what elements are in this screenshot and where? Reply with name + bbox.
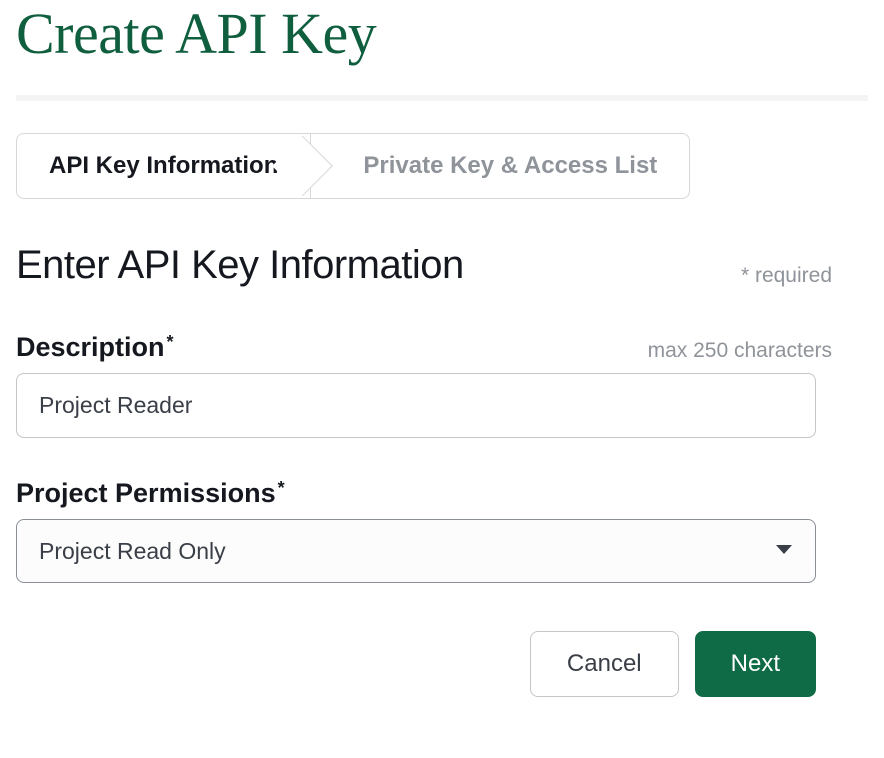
description-field: Description* max 250 characters bbox=[16, 332, 868, 438]
tab-private-key-access-list[interactable]: Private Key & Access List bbox=[311, 133, 690, 199]
page-title: Create API Key bbox=[16, 0, 868, 67]
permissions-field: Project Permissions* Project Read Only bbox=[16, 478, 868, 583]
tabs-container: API Key Information Private Key & Access… bbox=[16, 133, 868, 199]
description-hint: max 250 characters bbox=[648, 339, 832, 363]
description-input[interactable] bbox=[16, 373, 816, 438]
description-label: Description* bbox=[16, 332, 174, 363]
section-title: Enter API Key Information bbox=[16, 243, 464, 288]
required-asterisk: * bbox=[167, 332, 174, 352]
next-button[interactable]: Next bbox=[695, 631, 816, 697]
button-row: Cancel Next bbox=[16, 631, 816, 697]
permissions-label: Project Permissions* bbox=[16, 478, 285, 509]
divider bbox=[16, 95, 868, 101]
tab-api-key-information[interactable]: API Key Information bbox=[16, 133, 311, 199]
required-asterisk: * bbox=[278, 478, 285, 498]
section-header: Enter API Key Information * required bbox=[16, 243, 868, 288]
permissions-select[interactable]: Project Read Only bbox=[16, 519, 816, 583]
tab-label: Private Key & Access List bbox=[363, 152, 657, 179]
tab-label: API Key Information bbox=[49, 152, 278, 179]
required-hint: * required bbox=[741, 264, 832, 288]
cancel-button[interactable]: Cancel bbox=[530, 631, 679, 697]
